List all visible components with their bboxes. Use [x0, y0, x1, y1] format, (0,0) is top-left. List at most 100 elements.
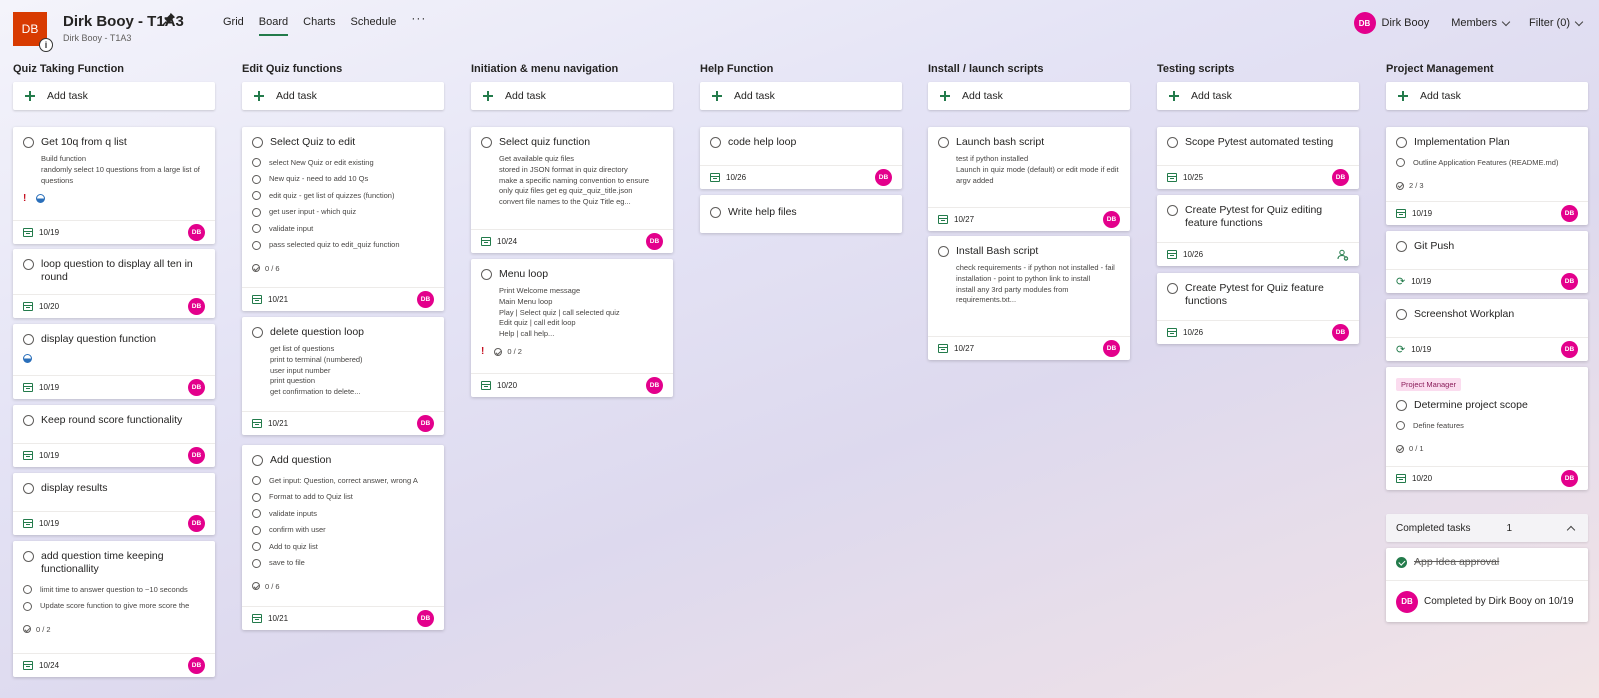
avatar[interactable]: DB: [188, 447, 205, 464]
avatar[interactable]: DB: [188, 515, 205, 532]
complete-checkbox[interactable]: [710, 137, 721, 148]
task-card[interactable]: Screenshot Workplan ⟳ 10/19 DB: [1386, 299, 1588, 361]
current-user[interactable]: DB Dirk Booy: [1353, 12, 1429, 34]
bucket-title[interactable]: Initiation & menu navigation: [471, 62, 673, 76]
checklist-checkbox[interactable]: [1396, 421, 1405, 431]
checklist-item[interactable]: Update score function to give more score…: [23, 598, 205, 615]
bucket-title[interactable]: Edit Quiz functions: [242, 62, 444, 76]
complete-checkbox[interactable]: [1396, 309, 1407, 320]
avatar[interactable]: DB: [1103, 211, 1120, 228]
complete-checkbox[interactable]: [481, 137, 492, 148]
avatar[interactable]: DB: [646, 233, 663, 250]
task-card[interactable]: add question time keeping functionallity…: [13, 541, 215, 677]
complete-checkbox[interactable]: [1167, 205, 1178, 216]
task-card[interactable]: display question function 10/19 DB: [13, 324, 215, 399]
checklist-checkbox[interactable]: [252, 158, 261, 168]
complete-checkbox[interactable]: [23, 415, 34, 426]
checklist-item[interactable]: confirm with user: [252, 522, 434, 539]
task-card[interactable]: Launch bash script test if python instal…: [928, 127, 1130, 231]
task-card[interactable]: loop question to display all ten in roun…: [13, 249, 215, 318]
task-card[interactable]: Create Pytest for Quiz feature functions…: [1157, 273, 1359, 344]
tab-grid[interactable]: Grid: [223, 14, 244, 36]
completed-task-card[interactable]: App Idea approval DB Completed by Dirk Bo…: [1386, 548, 1588, 622]
task-card[interactable]: Select quiz function Get available quiz …: [471, 127, 673, 253]
avatar[interactable]: DB: [417, 415, 434, 432]
checklist-checkbox[interactable]: [252, 542, 261, 552]
avatar[interactable]: DB: [188, 657, 205, 674]
complete-checkbox[interactable]: [252, 455, 263, 466]
checklist-item[interactable]: Add to quiz list: [252, 538, 434, 555]
task-card[interactable]: Add question Get input: Question, correc…: [242, 445, 444, 630]
add-task-button[interactable]: Add task: [471, 82, 673, 110]
add-task-button[interactable]: Add task: [242, 82, 444, 110]
checklist-checkbox[interactable]: [23, 601, 32, 611]
add-task-button[interactable]: Add task: [13, 82, 215, 110]
checklist-checkbox[interactable]: [252, 509, 261, 519]
checklist-item[interactable]: select New Quiz or edit existing: [252, 154, 434, 171]
checklist-item[interactable]: pass selected quiz to edit_quiz function: [252, 237, 434, 254]
complete-checkbox[interactable]: [1396, 400, 1407, 411]
assign-person-icon[interactable]: [1337, 249, 1349, 261]
avatar[interactable]: DB: [188, 224, 205, 241]
more-options-icon[interactable]: ···: [411, 11, 426, 36]
add-task-button[interactable]: Add task: [700, 82, 902, 110]
bucket-title[interactable]: Quiz Taking Function: [13, 62, 215, 76]
checklist-checkbox[interactable]: [23, 585, 32, 595]
bucket-title[interactable]: Install / launch scripts: [928, 62, 1130, 76]
add-task-button[interactable]: Add task: [928, 82, 1130, 110]
checklist-item[interactable]: validate input: [252, 220, 434, 237]
checklist-checkbox[interactable]: [252, 525, 261, 535]
task-card[interactable]: display results 10/19 DB: [13, 473, 215, 535]
complete-checkbox[interactable]: [1396, 241, 1407, 252]
label-badge[interactable]: Project Manager: [1396, 378, 1462, 391]
checklist-item[interactable]: validate inputs: [252, 505, 434, 522]
checklist-checkbox[interactable]: [252, 558, 261, 568]
checklist-item[interactable]: Outline Application Features (README.md): [1396, 154, 1578, 171]
tab-schedule[interactable]: Schedule: [351, 14, 397, 36]
task-card[interactable]: Git Push ⟳ 10/19 DB: [1386, 231, 1588, 293]
avatar[interactable]: DB: [1332, 169, 1349, 186]
pin-icon[interactable]: [162, 12, 176, 26]
tab-charts[interactable]: Charts: [303, 14, 335, 36]
complete-checkbox[interactable]: [938, 246, 949, 257]
checklist-checkbox[interactable]: [252, 476, 261, 486]
info-icon[interactable]: i: [39, 38, 53, 52]
checklist-item[interactable]: edit quiz - get list of quizzes (functio…: [252, 187, 434, 204]
bucket-title[interactable]: Help Function: [700, 62, 902, 76]
complete-checkbox[interactable]: [1396, 137, 1407, 148]
avatar[interactable]: DB: [1103, 340, 1120, 357]
checklist-item[interactable]: New quiz - need to add 10 Qs: [252, 171, 434, 188]
checklist-item[interactable]: Get input: Question, correct answer, wro…: [252, 472, 434, 489]
checklist-item[interactable]: Define features: [1396, 417, 1578, 434]
avatar[interactable]: DB: [875, 169, 892, 186]
avatar[interactable]: DB: [417, 291, 434, 308]
task-card[interactable]: Project Manager Determine project scope …: [1386, 367, 1588, 490]
complete-checkbox[interactable]: [1167, 137, 1178, 148]
complete-checkbox[interactable]: [710, 207, 721, 218]
avatar[interactable]: DB: [188, 298, 205, 315]
checklist-item[interactable]: save to file: [252, 555, 434, 572]
tab-board[interactable]: Board: [258, 14, 289, 36]
task-card[interactable]: Write help files: [700, 195, 902, 233]
checklist-item[interactable]: limit time to answer question to ~10 sec…: [23, 581, 205, 598]
avatar[interactable]: DB: [417, 610, 434, 627]
task-card[interactable]: Install Bash script check requirements -…: [928, 236, 1130, 360]
task-card[interactable]: Implementation Plan Outline Application …: [1386, 127, 1588, 225]
checklist-checkbox[interactable]: [252, 207, 261, 217]
bucket-title[interactable]: Project Management: [1386, 62, 1588, 76]
checklist-item[interactable]: get user input - which quiz: [252, 204, 434, 221]
bucket-title[interactable]: Testing scripts: [1157, 62, 1359, 76]
complete-checkbox[interactable]: [23, 551, 34, 562]
complete-checkbox[interactable]: [481, 269, 492, 280]
complete-checkbox[interactable]: [252, 137, 263, 148]
avatar[interactable]: DB: [1561, 341, 1578, 358]
avatar[interactable]: DB: [1561, 205, 1578, 222]
checklist-checkbox[interactable]: [252, 224, 261, 234]
task-card[interactable]: Select Quiz to edit select New Quiz or e…: [242, 127, 444, 311]
add-task-button[interactable]: Add task: [1386, 82, 1588, 110]
complete-checkbox[interactable]: [938, 137, 949, 148]
task-card[interactable]: delete question loop get list of questio…: [242, 317, 444, 435]
checklist-checkbox[interactable]: [1396, 158, 1405, 168]
filter-button[interactable]: Filter (0): [1529, 17, 1584, 29]
plan-group-name[interactable]: Dirk Booy - T1A3: [63, 33, 131, 43]
